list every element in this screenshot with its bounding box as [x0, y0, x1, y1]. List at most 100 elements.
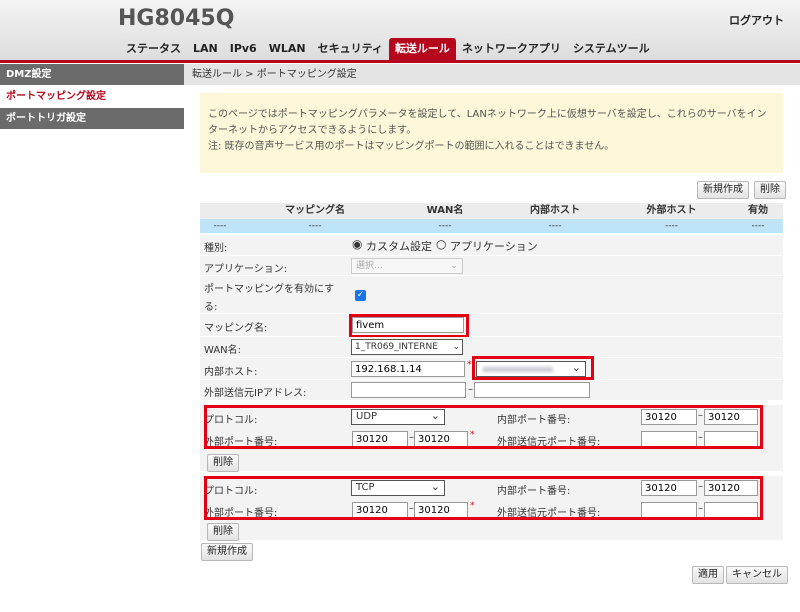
table-header: マッピング名 WAN名 内部ホスト 外部ホスト 有効 — [200, 203, 783, 219]
wan-name-value: 1_TR069_INTERNE — [355, 342, 438, 352]
enable-label-cont: る: — [204, 302, 218, 313]
sidebar-item-port-trigger[interactable]: ポートトリガ設定 — [0, 108, 184, 130]
new-entry-button[interactable]: 新規作成 — [697, 181, 749, 199]
external-port-start-input[interactable] — [352, 502, 408, 518]
ext-src-ip-end-input[interactable] — [474, 382, 590, 398]
mapping-name-input[interactable] — [352, 317, 464, 333]
top-header: HG8045Q ログアウト ステータス LAN IPv6 WLAN セキュリティ… — [0, 0, 800, 62]
col-header-mapping-name: マッピング名 — [285, 205, 345, 216]
ext-src-port-end-input[interactable] — [704, 502, 758, 518]
table-cell: ---- — [308, 221, 322, 231]
type-app-label: アプリケーション — [450, 240, 538, 253]
application-select[interactable]: 選択... ⌄ — [351, 258, 463, 274]
notice-line: このページではポートマッピングパラメータを設定して、LANネットワーク上に仮想サ… — [208, 109, 767, 120]
tab-lan[interactable]: LAN — [187, 38, 224, 60]
protocol-label: プロトコル: — [204, 415, 258, 426]
col-header — [200, 203, 240, 219]
form-row-wan: WAN名: 1_TR069_INTERNE ⌄ — [200, 337, 783, 358]
notice-box: このページではポートマッピングパラメータを設定して、LANネットワーク上に仮想サ… — [200, 93, 783, 173]
form-row-ext-ip: 外部送信元IPアドレス: – — [200, 380, 783, 401]
internal-port-end-input[interactable] — [704, 409, 758, 425]
delete-protocol-button[interactable]: 削除 — [207, 454, 239, 472]
external-port-label: 外部ポート番号: — [204, 508, 278, 519]
application-label: アプリケーション: — [204, 264, 288, 275]
form-row-type: 種別: ◉ カスタム設定 ○ アプリケーション — [200, 235, 783, 256]
range-dash: – — [698, 503, 703, 514]
wan-name-select[interactable]: 1_TR069_INTERNE ⌄ — [351, 339, 463, 355]
header-divider — [0, 60, 800, 63]
internal-host-label: 内部ホスト: — [204, 367, 258, 378]
table-cell: ---- — [438, 221, 452, 231]
apply-button[interactable]: 適用 — [692, 566, 724, 584]
external-port-label: 外部ポート番号: — [204, 437, 278, 448]
tab-ipv6[interactable]: IPv6 — [224, 38, 263, 60]
chevron-down-icon: ⌄ — [430, 480, 440, 493]
chevron-down-icon: ⌄ — [452, 340, 460, 354]
sidebar-item-port-mapping[interactable]: ポートマッピング設定 — [0, 86, 184, 108]
ext-src-port-start-input[interactable] — [641, 502, 697, 518]
ext-src-port-label: 外部送信元ポート番号: — [497, 508, 601, 519]
required-mark: * — [467, 360, 472, 370]
table-cell: ---- — [213, 221, 227, 231]
tab-security[interactable]: セキュリティ — [312, 38, 389, 60]
mapping-table: マッピング名 WAN名 内部ホスト 外部ホスト 有効 ---- ---- ---… — [200, 203, 783, 233]
sidebar-item-dmz[interactable]: DMZ設定 — [0, 64, 184, 86]
enable-label: ポートマッピングを有効にす — [204, 284, 335, 295]
type-label: 種別: — [204, 243, 228, 254]
ext-src-port-end-input[interactable] — [704, 431, 758, 447]
external-port-end-input[interactable] — [414, 431, 468, 447]
protocol-label: プロトコル: — [204, 486, 258, 497]
delete-protocol-button[interactable]: 削除 — [207, 523, 239, 541]
application-select-value: 選択... — [356, 261, 383, 271]
blurred-hostname — [483, 367, 553, 372]
range-dash: – — [698, 481, 703, 492]
internal-port-start-input[interactable] — [641, 480, 697, 496]
range-dash: – — [698, 432, 703, 443]
internal-host-input[interactable] — [351, 361, 465, 377]
internal-port-end-input[interactable] — [704, 480, 758, 496]
tab-forwarding-rules[interactable]: 転送ルール — [388, 38, 456, 60]
range-dash: – — [468, 384, 473, 395]
protocol-value: UDP — [356, 411, 378, 422]
required-mark: * — [470, 501, 475, 511]
internal-host-select[interactable]: ⌄ — [476, 361, 586, 377]
tab-wlan[interactable]: WLAN — [263, 38, 312, 60]
form-row-internal-host: 内部ホスト: * ⌄ — [200, 358, 783, 380]
enable-checkbox[interactable]: ✓ — [355, 290, 366, 301]
breadcrumb: 転送ルール > ポートマッピング設定 — [184, 64, 800, 85]
ext-src-ip-label: 外部送信元IPアドレス: — [204, 388, 307, 399]
internal-port-start-input[interactable] — [641, 409, 697, 425]
external-port-start-input[interactable] — [352, 431, 408, 447]
form-row-application: アプリケーション: 選択... ⌄ — [200, 256, 783, 276]
col-header-external-host: 外部ホスト — [646, 205, 697, 216]
type-app-radio[interactable]: ○ — [436, 237, 446, 251]
ext-src-port-start-input[interactable] — [641, 431, 697, 447]
logout-link[interactable]: ログアウト — [729, 12, 784, 28]
protocol-select[interactable]: UDP ⌄ — [351, 409, 445, 425]
delete-entry-button[interactable]: 削除 — [754, 181, 786, 199]
table-cell: ---- — [665, 221, 678, 231]
ext-src-ip-start-input[interactable] — [351, 382, 466, 398]
table-cell: ---- — [751, 221, 765, 231]
wan-name-label: WAN名: — [204, 345, 242, 356]
add-protocol-button[interactable]: 新規作成 — [201, 543, 253, 561]
table-row[interactable]: ---- ---- ---- ---- ---- ---- — [200, 219, 783, 233]
protocol-select[interactable]: TCP ⌄ — [351, 480, 445, 496]
type-custom-label: カスタム設定 — [366, 240, 432, 253]
device-model-title: HG8045Q — [118, 6, 235, 31]
protocol-value: TCP — [356, 482, 375, 493]
chevron-down-icon: ⌄ — [450, 261, 458, 271]
col-header-internal-host: 内部ホスト — [530, 205, 580, 216]
mapping-name-label: マッピング名: — [204, 323, 268, 334]
notice-line: 注: 既存の音声サービス用のポートはマッピングポートの範囲に入れることはできませ… — [208, 141, 615, 152]
form-row-enable: ポートマッピングを有効にす る: ✓ — [200, 276, 783, 314]
cancel-button[interactable]: キャンセル — [726, 566, 788, 584]
external-port-end-input[interactable] — [414, 502, 468, 518]
protocol-block-1: プロトコル: UDP ⌄ 内部ポート番号: – 外部ポート番号: – * 外部送… — [200, 405, 783, 472]
type-custom-radio[interactable]: ◉ — [352, 237, 362, 251]
tab-status[interactable]: ステータス — [120, 38, 187, 60]
col-header-wan-name: WAN名 — [426, 205, 464, 216]
range-dash: – — [698, 410, 703, 421]
tab-system-tools[interactable]: システムツール — [567, 38, 656, 60]
tab-network-apps[interactable]: ネットワークアプリ — [456, 38, 567, 60]
